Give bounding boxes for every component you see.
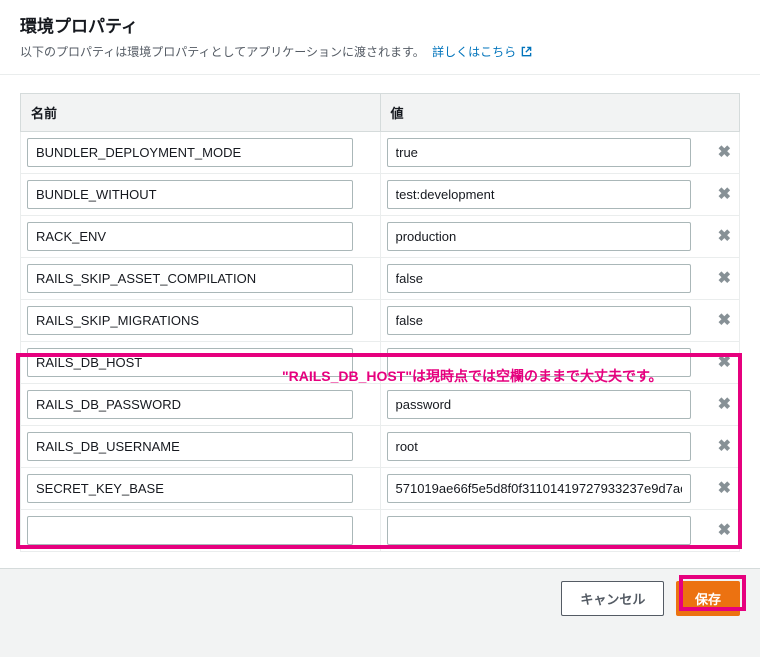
env-properties-panel: 環境プロパティ 以下のプロパティは環境プロパティとしてアプリケーションに渡されま… xyxy=(0,0,760,569)
remove-row-icon[interactable]: ✖ xyxy=(718,355,731,371)
property-value-input[interactable] xyxy=(387,432,692,461)
property-value-input[interactable] xyxy=(387,306,692,335)
property-value-input[interactable] xyxy=(387,180,692,209)
table-row: ✖ xyxy=(21,258,740,300)
name-cell xyxy=(21,342,381,384)
remove-row-icon[interactable]: ✖ xyxy=(718,313,731,329)
value-cell: ✖ xyxy=(380,216,740,258)
remove-row-icon[interactable]: ✖ xyxy=(718,187,731,203)
table-row: ✖ xyxy=(21,216,740,258)
property-name-input[interactable] xyxy=(27,516,353,545)
remove-row-icon[interactable]: ✖ xyxy=(718,145,731,161)
property-value-input[interactable] xyxy=(387,138,692,167)
external-link-icon xyxy=(521,46,532,60)
property-name-input[interactable] xyxy=(27,264,353,293)
remove-row-icon[interactable]: ✖ xyxy=(718,271,731,287)
property-value-input[interactable] xyxy=(387,222,692,251)
value-cell: ✖ xyxy=(380,384,740,426)
panel-header: 環境プロパティ 以下のプロパティは環境プロパティとしてアプリケーションに渡されま… xyxy=(0,0,760,75)
property-value-input[interactable] xyxy=(387,348,692,377)
value-cell: ✖ xyxy=(380,132,740,174)
remove-row-icon[interactable]: ✖ xyxy=(718,397,731,413)
name-cell xyxy=(21,174,381,216)
panel-description-line: 以下のプロパティは環境プロパティとしてアプリケーションに渡されます。 詳しくはこ… xyxy=(20,43,740,60)
property-name-input[interactable] xyxy=(27,306,353,335)
table-container: 名前 値 ✖✖✖✖✖✖✖✖✖✖ "RAILS_DB_HOST"は現時点では空欄の… xyxy=(0,75,760,568)
name-cell xyxy=(21,258,381,300)
learn-more-text: 詳しくはこちら xyxy=(432,45,516,59)
name-cell xyxy=(21,384,381,426)
name-cell xyxy=(21,216,381,258)
value-cell: ✖ xyxy=(380,258,740,300)
table-row: ✖ xyxy=(21,174,740,216)
table-row: ✖ xyxy=(21,342,740,384)
table-row: ✖ xyxy=(21,300,740,342)
table-row: ✖ xyxy=(21,132,740,174)
value-cell: ✖ xyxy=(380,174,740,216)
table-row: ✖ xyxy=(21,510,740,552)
panel-title: 環境プロパティ xyxy=(20,12,740,37)
table-row: ✖ xyxy=(21,384,740,426)
learn-more-link[interactable]: 詳しくはこちら xyxy=(432,45,532,59)
remove-row-icon[interactable]: ✖ xyxy=(718,523,731,539)
property-value-input[interactable] xyxy=(387,390,692,419)
property-name-input[interactable] xyxy=(27,432,353,461)
footer: キャンセル 保存 xyxy=(0,569,760,628)
value-cell: ✖ xyxy=(380,426,740,468)
property-value-input[interactable] xyxy=(387,474,692,503)
value-cell: ✖ xyxy=(380,468,740,510)
table-row: ✖ xyxy=(21,468,740,510)
value-cell: ✖ xyxy=(380,342,740,384)
name-cell xyxy=(21,426,381,468)
property-value-input[interactable] xyxy=(387,264,692,293)
col-header-name: 名前 xyxy=(21,94,381,132)
remove-row-icon[interactable]: ✖ xyxy=(718,481,731,497)
name-cell xyxy=(21,468,381,510)
property-name-input[interactable] xyxy=(27,138,353,167)
table-row: ✖ xyxy=(21,426,740,468)
cancel-button[interactable]: キャンセル xyxy=(561,581,664,616)
property-value-input[interactable] xyxy=(387,516,692,545)
env-properties-table: 名前 値 ✖ ✖ ✖ ✖ ✖ ✖ ✖ ✖ ✖ ✖ xyxy=(20,93,740,552)
property-name-input[interactable] xyxy=(27,348,353,377)
name-cell xyxy=(21,300,381,342)
property-name-input[interactable] xyxy=(27,390,353,419)
name-cell xyxy=(21,132,381,174)
panel-description: 以下のプロパティは環境プロパティとしてアプリケーションに渡されます。 xyxy=(20,45,425,59)
property-name-input[interactable] xyxy=(27,180,353,209)
col-header-value: 値 xyxy=(380,94,740,132)
value-cell: ✖ xyxy=(380,300,740,342)
name-cell xyxy=(21,510,381,552)
remove-row-icon[interactable]: ✖ xyxy=(718,229,731,245)
property-name-input[interactable] xyxy=(27,222,353,251)
remove-row-icon[interactable]: ✖ xyxy=(718,439,731,455)
value-cell: ✖ xyxy=(380,510,740,552)
save-button[interactable]: 保存 xyxy=(676,581,740,616)
property-name-input[interactable] xyxy=(27,474,353,503)
footer-container: キャンセル 保存 xyxy=(0,569,760,628)
